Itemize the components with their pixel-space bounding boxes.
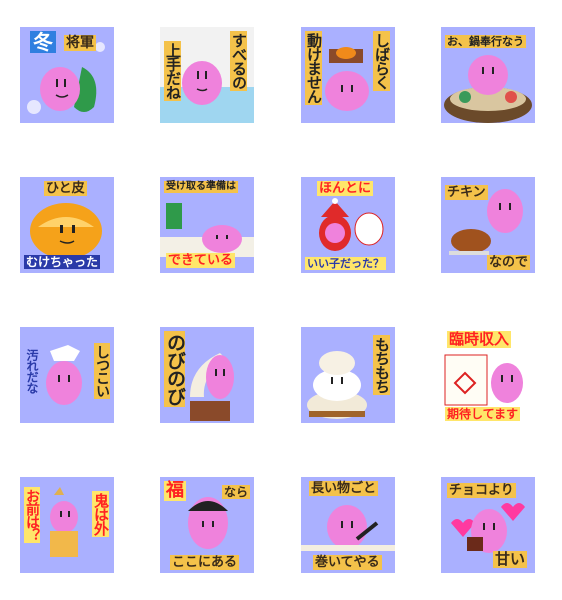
caption-1-a: 冬	[30, 31, 56, 53]
sticker-15[interactable]: 長い物ごと 巻いてやる	[301, 477, 395, 573]
caption-8-b: なので	[487, 255, 531, 270]
sticker-14[interactable]: 福 なら ここにある	[160, 477, 254, 573]
caption-5-a: ひと皮	[44, 181, 87, 196]
caption-9-b: 汚れだな	[25, 349, 39, 393]
caption-2-b: 上手だね	[164, 41, 182, 101]
caption-8-a: チキン	[445, 185, 488, 200]
caption-1-b: 将軍	[64, 35, 96, 51]
sticker-8[interactable]: チキン なので	[441, 177, 535, 273]
caption-14-b: なら	[222, 485, 251, 499]
caption-16-a: チョコより	[447, 483, 516, 498]
caption-5-b: むけちゃった	[24, 255, 101, 269]
caption-15-a: 長い物ごと	[309, 481, 379, 496]
sticker-13[interactable]: 鬼は外 お前は？	[20, 477, 114, 573]
sticker-6[interactable]: 受け取る準備は できている	[160, 177, 254, 273]
caption-13-b: お前は？	[24, 487, 40, 543]
sticker-5[interactable]: ひと皮 むけちゃった	[20, 177, 114, 273]
caption-6-a: 受け取る準備は	[164, 181, 238, 193]
sticker-grid: 冬 将軍 すべるの 上手だね しばらく 動けません お、鍋奉行なう ひと皮 むけ…	[0, 0, 562, 600]
caption-12-b: 期待してます	[445, 407, 521, 421]
sticker-2[interactable]: すべるの 上手だね	[160, 27, 254, 123]
sticker-9[interactable]: しつこい 汚れだな	[20, 327, 114, 423]
caption-9-a: しつこい	[94, 343, 110, 399]
caption-3-a: しばらく	[373, 31, 391, 91]
caption-10-a: のびのび	[164, 331, 186, 407]
caption-3-b: 動けません	[305, 31, 323, 105]
sticker-1[interactable]: 冬 将軍	[20, 27, 114, 123]
sticker-3[interactable]: しばらく 動けません	[301, 27, 395, 123]
caption-11-a: もちもち	[373, 335, 391, 395]
caption-12-a: 臨時収入	[447, 330, 512, 348]
caption-6-b: できている	[166, 253, 236, 268]
caption-16-b: 甘い	[493, 550, 528, 568]
caption-7-a: ほんとに	[317, 181, 374, 196]
caption-15-b: 巻いてやる	[313, 555, 382, 570]
sticker-16[interactable]: チョコより 甘い	[441, 477, 535, 573]
sticker-7[interactable]: ほんとに いい子だった？	[301, 177, 395, 273]
sticker-4[interactable]: お、鍋奉行なう	[441, 27, 535, 123]
caption-14-a: 福	[164, 480, 186, 501]
sticker-10[interactable]: のびのび	[160, 327, 254, 423]
sticker-12[interactable]: 臨時収入 期待してます	[441, 327, 535, 423]
caption-13-a: 鬼は外	[92, 491, 110, 537]
sticker-11[interactable]: もちもち	[301, 327, 395, 423]
caption-2-a: すべるの	[230, 31, 248, 91]
caption-14-c: ここにある	[170, 555, 240, 570]
caption-4-a: お、鍋奉行なう	[445, 35, 526, 48]
caption-7-b: いい子だった？	[305, 257, 386, 270]
